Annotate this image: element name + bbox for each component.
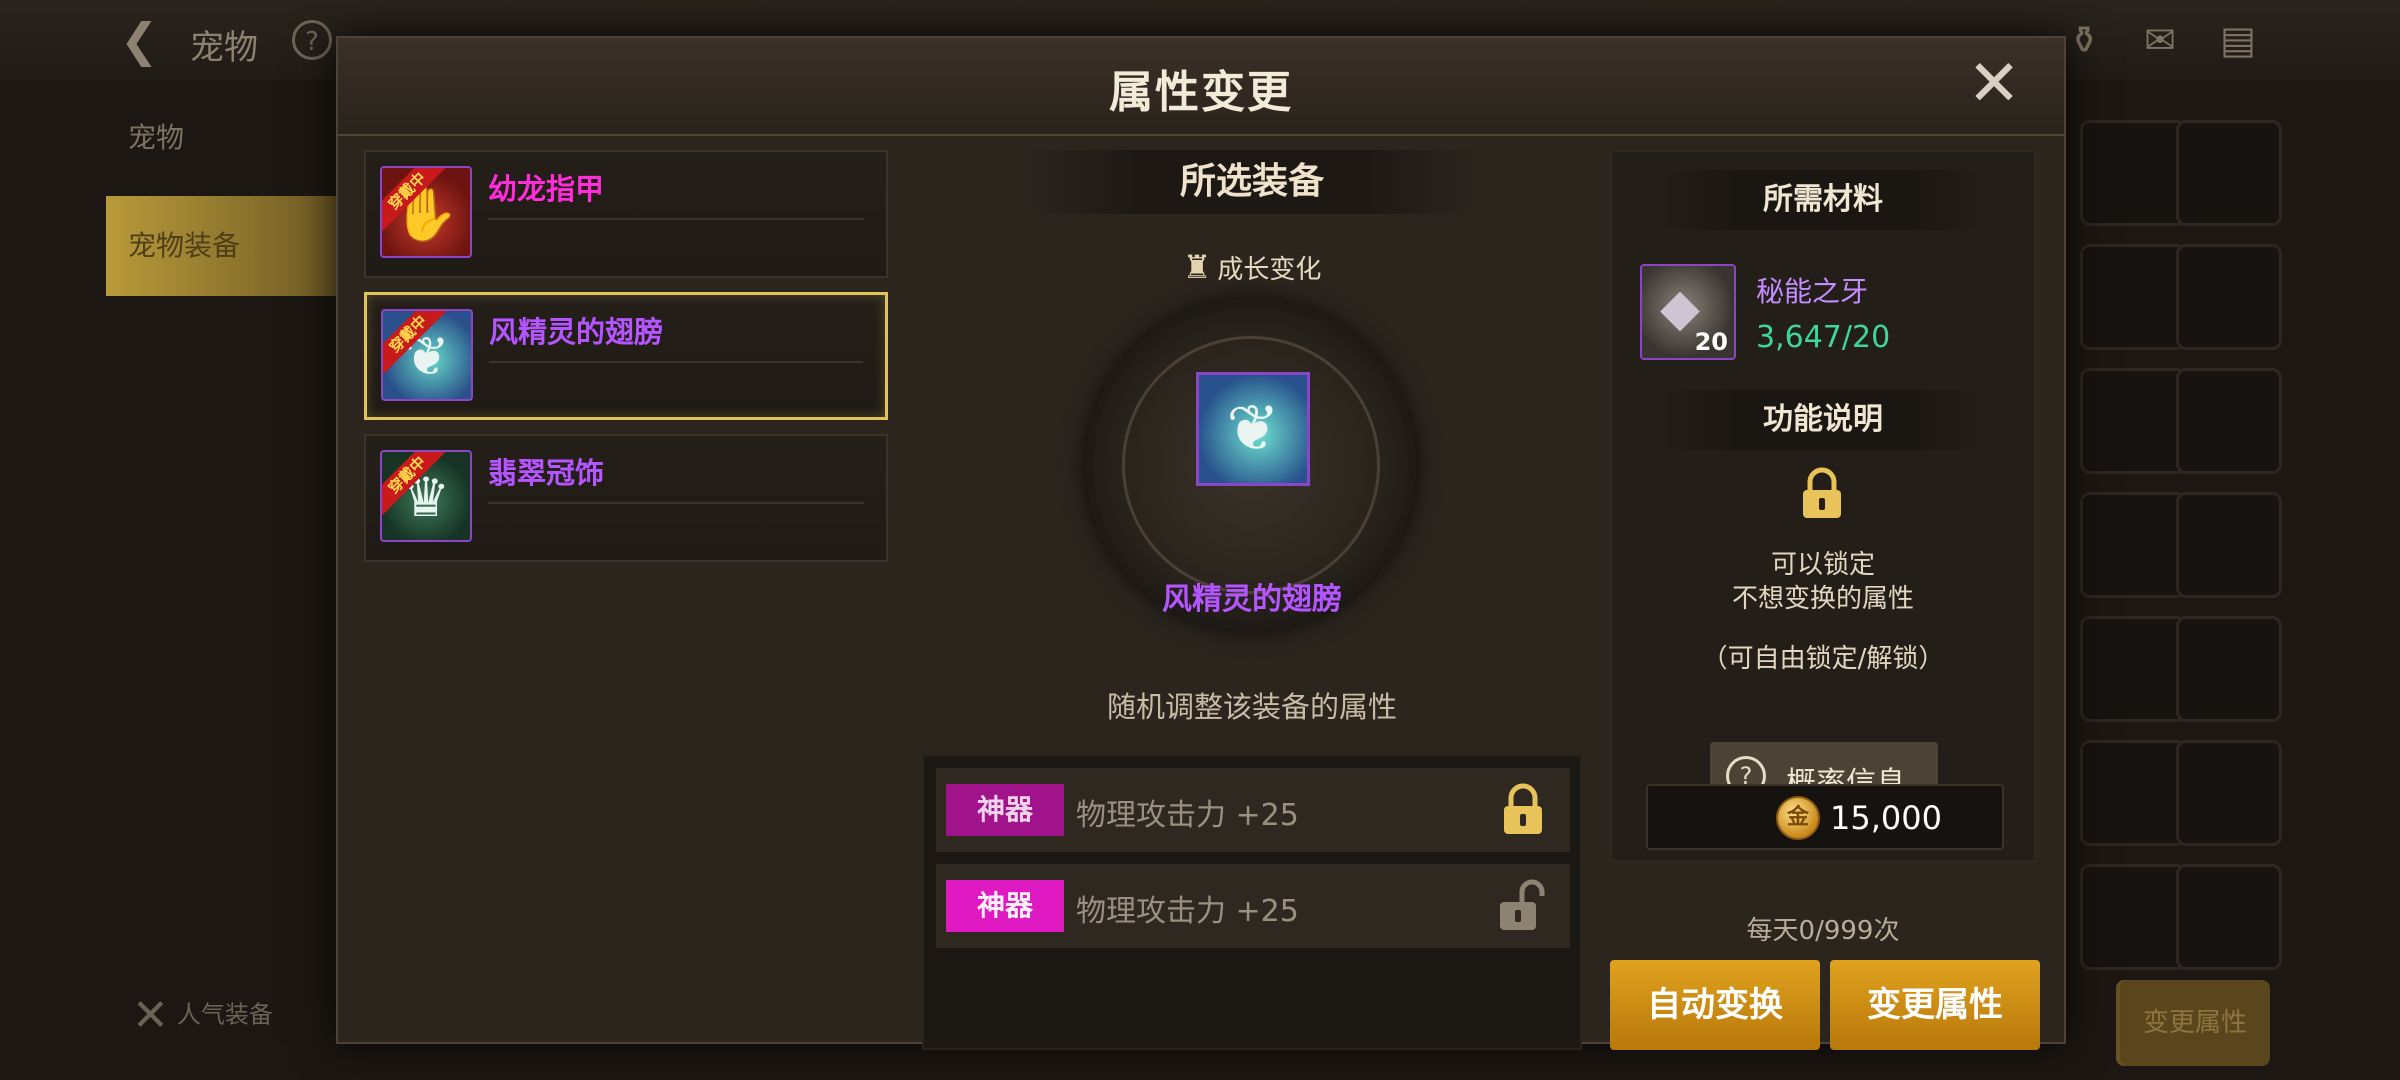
page-title: 宠物: [190, 28, 258, 68]
dialog-title: 属性变更: [1109, 67, 1293, 118]
dialog-header: 属性变更 ✕: [338, 38, 2064, 136]
wings-icon: ❦: [1196, 372, 1310, 486]
material-name: 秘能之牙: [1756, 275, 1869, 308]
attribute-tag: 神器: [946, 784, 1064, 836]
inventory-slot[interactable]: [2080, 244, 2186, 350]
function-title: 功能说明: [1652, 390, 1994, 450]
daily-limit: 每天0/999次: [1746, 916, 1900, 946]
close-icon[interactable]: ✕: [1966, 52, 2022, 116]
mail-icon[interactable]: ✉: [2136, 18, 2184, 62]
inventory-slot[interactable]: [2176, 368, 2282, 474]
equipment-item-dragon-claw[interactable]: ✋ 穿戴中 幼龙指甲: [364, 150, 888, 278]
lock-open-icon[interactable]: [1498, 878, 1548, 934]
chat-icon[interactable]: ▤: [2214, 18, 2262, 62]
material-count: 20: [1694, 328, 1728, 356]
function-note: （可自由锁定/解锁）: [1701, 644, 1945, 674]
bag-icon[interactable]: ⚱: [2060, 18, 2108, 62]
materials-panel: 所需材料 ◆ 20 秘能之牙 3,647/20 功能说明 可以锁定 不想变换的属…: [1610, 150, 2036, 862]
inventory-slot[interactable]: [2176, 740, 2282, 846]
inventory-slot[interactable]: [2176, 244, 2282, 350]
lock-closed-icon[interactable]: [1498, 782, 1548, 838]
inventory-slot[interactable]: [2080, 492, 2186, 598]
sidebar-item-pet-equipment[interactable]: 宠物装备: [106, 196, 336, 296]
attribute-list: 神器 物理攻击力 +25 神器 物理攻击力 +25: [922, 754, 1582, 1050]
background-change-attr-button[interactable]: 变更属性: [2120, 980, 2270, 1066]
growth-change-button[interactable]: ♜ 成长变化: [922, 248, 1582, 286]
inventory-slot[interactable]: [2176, 616, 2282, 722]
equipment-list: ✋ 穿戴中 幼龙指甲 ❦ 穿戴中 风精灵的翅膀 ♛ 穿戴中 翡翠冠饰: [364, 150, 892, 576]
help-icon[interactable]: ?: [292, 20, 332, 60]
attribute-row: 神器 物理攻击力 +25: [936, 768, 1570, 852]
attribute-change-dialog: 属性变更 ✕ ✋ 穿戴中 幼龙指甲 ❦ 穿戴中 风精灵的翅膀 ♛ 穿戴中 翡翠冠…: [336, 36, 2066, 1050]
selected-equipment-panel: 所选装备 ♜ 成长变化 风精灵的翅膀 随机调整该装备的属性 神器 物理攻击力 +2…: [922, 150, 1582, 1050]
lock-icon: [1803, 467, 1841, 518]
wings-icon: ❦ 穿戴中: [381, 309, 473, 401]
equipment-item-wind-spirit-wings[interactable]: ❦ 穿戴中 风精灵的翅膀: [364, 292, 888, 420]
back-arrow-icon[interactable]: ❮: [120, 12, 180, 68]
inventory-slot[interactable]: [2080, 120, 2186, 226]
crown-icon: ♛ 穿戴中: [380, 450, 472, 542]
material-owned: 3,647/20: [1756, 320, 1891, 355]
material-stone-icon[interactable]: ◆ 20: [1640, 264, 1736, 360]
attribute-row: 神器 物理攻击力 +25: [936, 864, 1570, 948]
equipment-item-emerald-crown[interactable]: ♛ 穿戴中 翡翠冠饰: [364, 434, 888, 562]
attribute-text: 物理攻击力 +25: [1076, 894, 1299, 929]
gold-cost: 15,000: [1830, 799, 1942, 837]
auto-transform-button[interactable]: 自动变换: [1610, 960, 1820, 1050]
inventory-slot[interactable]: [2080, 368, 2186, 474]
attribute-text: 物理攻击力 +25: [1076, 798, 1299, 833]
sidebar-item-pets[interactable]: 宠物: [106, 88, 336, 188]
equipment-name: 风精灵的翅膀: [489, 315, 664, 349]
popular-equipment-button[interactable]: ✕ 人气装备: [132, 990, 273, 1041]
inventory-slot[interactable]: [2080, 616, 2186, 722]
inventory-slot[interactable]: [2080, 740, 2186, 846]
attribute-tag: 神器: [946, 880, 1064, 932]
function-description: 可以锁定 不想变换的属性: [1731, 550, 1914, 614]
materials-title: 所需材料: [1652, 170, 1994, 230]
divider: [488, 502, 864, 504]
equipment-name: 幼龙指甲: [488, 172, 605, 206]
inventory-slot[interactable]: [2176, 492, 2282, 598]
divider: [489, 361, 863, 363]
inventory-slot[interactable]: [2176, 120, 2282, 226]
inventory-slot[interactable]: [2080, 864, 2186, 970]
gold-cost-box: 金 15,000: [1646, 784, 2004, 850]
crossed-swords-icon: ✕: [132, 990, 169, 1041]
gold-coin-icon: 金: [1776, 796, 1820, 840]
divider: [488, 218, 864, 220]
section-title: 所选装备: [1028, 150, 1476, 214]
growth-icon: ♜: [1182, 248, 1212, 286]
equipment-name: 翡翠冠饰: [488, 456, 605, 490]
change-attribute-button[interactable]: 变更属性: [1830, 960, 2040, 1050]
dragon-claw-icon: ✋ 穿戴中: [380, 166, 472, 258]
selected-equipment-name: 风精灵的翅膀: [1162, 582, 1342, 617]
description-text: 随机调整该装备的属性: [1106, 690, 1397, 724]
inventory-slot[interactable]: [2176, 864, 2282, 970]
